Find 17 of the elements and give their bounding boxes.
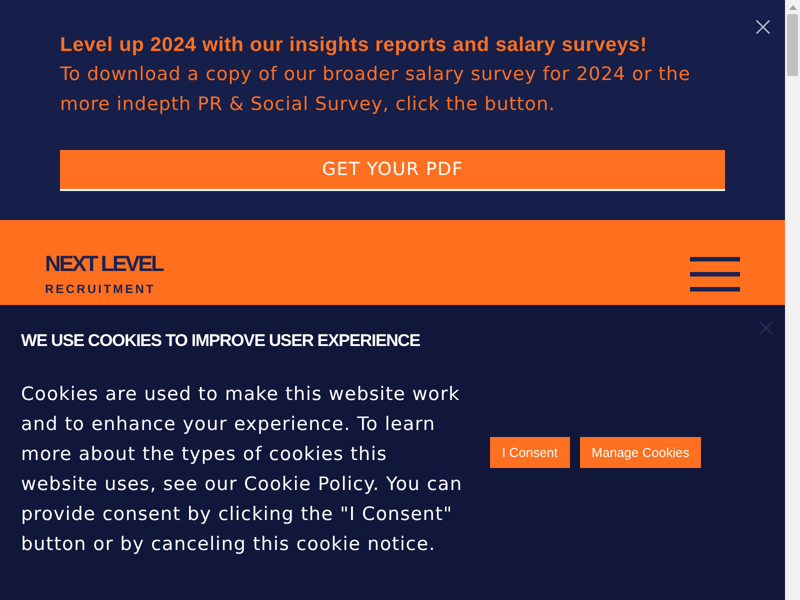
cookie-title: WE USE COOKIES TO IMPROVE USER EXPERIENCE bbox=[21, 330, 421, 352]
cookie-text: Cookies are used to make this website work and to enhance your experience. To learn more about the types of cookies this website uses, see our Cookie Policy. You can provide consent by clicking the "I Consent" button or by canceling this cookie notice. bbox=[21, 383, 464, 557]
close-icon bbox=[756, 20, 770, 34]
scrollbar-thumb[interactable] bbox=[787, 14, 798, 76]
promo-text: To download a copy of our broader salary survey for 2024 or the more indepth PR & Social Survey, click the button. bbox=[60, 63, 692, 117]
consent-button[interactable]: I Consent bbox=[490, 437, 570, 468]
manage-cookies-button[interactable]: Manage Cookies bbox=[580, 437, 702, 468]
logo-wordmark[interactable]: NEXT LEVEL bbox=[45, 253, 163, 275]
close-button[interactable] bbox=[756, 20, 770, 34]
get-pdf-button[interactable]: GET YOUR PDF bbox=[60, 150, 725, 191]
promo-heading: Level up 2024 with our insights reports and salary surveys! bbox=[60, 33, 648, 58]
scroll-up-arrow-icon[interactable] bbox=[788, 5, 796, 10]
close-icon bbox=[760, 322, 772, 334]
logo-tagline: RECRUITMENT bbox=[45, 283, 156, 296]
menu-button[interactable] bbox=[690, 257, 740, 292]
scrollbar[interactable] bbox=[785, 0, 800, 600]
menu-icon bbox=[690, 257, 740, 292]
